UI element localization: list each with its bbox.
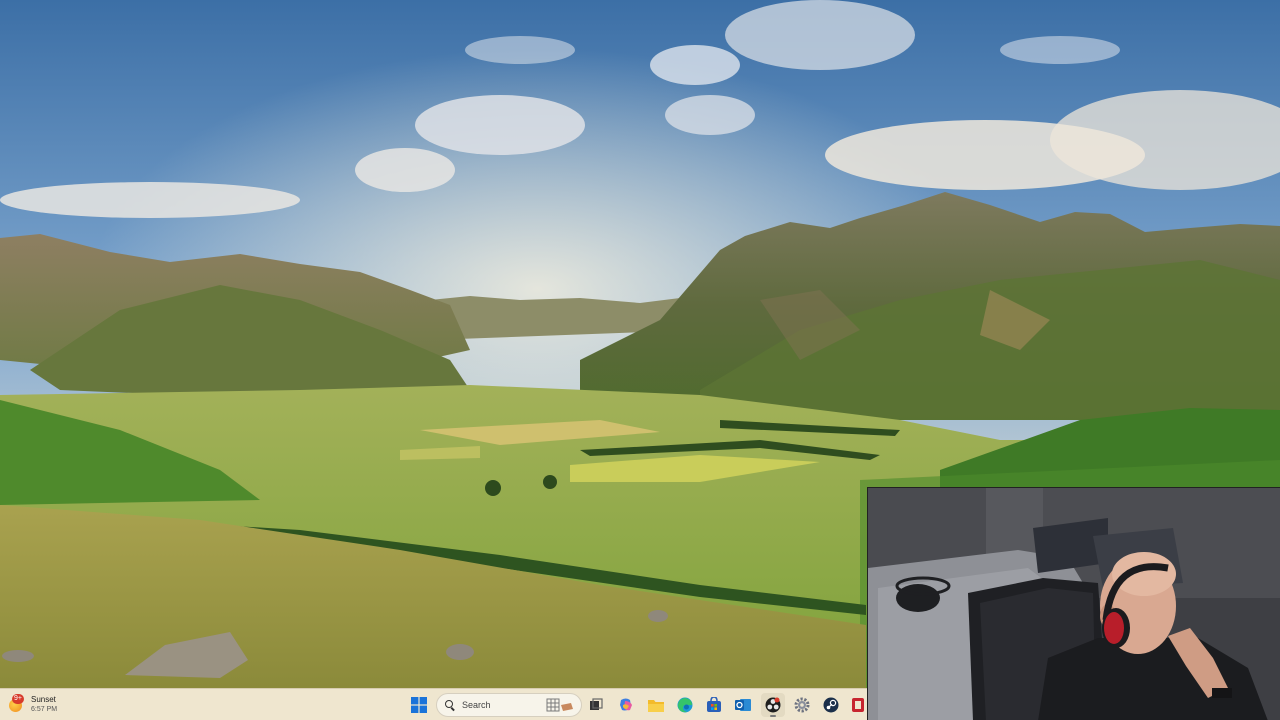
copilot-button[interactable]: [614, 693, 638, 717]
outlook-button[interactable]: [731, 693, 755, 717]
taskbar: 9+ Sunset 6:57 PM Search: [0, 688, 867, 720]
gear-icon: [794, 697, 810, 713]
webcam-feed: [868, 488, 1280, 720]
search-highlight-icon: [546, 698, 573, 712]
search-label: Search: [462, 700, 491, 710]
search-icon: [445, 699, 456, 711]
task-view-icon: [590, 698, 603, 710]
settings-button[interactable]: [790, 693, 814, 717]
outlook-icon: [735, 699, 751, 711]
edge-button[interactable]: [673, 693, 697, 717]
weather-widget[interactable]: 9+ Sunset 6:57 PM: [8, 691, 78, 719]
obs-icon: [765, 697, 781, 713]
obs-button[interactable]: [761, 693, 785, 717]
store-button[interactable]: [702, 693, 726, 717]
windows-logo-icon: [411, 697, 427, 713]
search-input[interactable]: Search: [436, 693, 582, 717]
file-explorer-button[interactable]: [644, 693, 668, 717]
app-button[interactable]: [848, 693, 867, 717]
copilot-icon: [620, 698, 632, 711]
task-view-button[interactable]: [584, 693, 608, 717]
store-icon: [707, 697, 721, 712]
sun-icon: 9+: [8, 694, 26, 714]
steam-button[interactable]: [819, 693, 843, 717]
weather-title: Sunset: [31, 695, 56, 704]
red-app-icon: [851, 698, 864, 712]
start-button[interactable]: [407, 693, 431, 717]
folder-icon: [648, 700, 664, 712]
webcam-overlay: [867, 487, 1280, 720]
notification-badge: 9+: [12, 694, 24, 704]
edge-icon: [677, 697, 693, 713]
weather-time: 6:57 PM: [31, 706, 58, 713]
steam-icon: [823, 697, 839, 713]
